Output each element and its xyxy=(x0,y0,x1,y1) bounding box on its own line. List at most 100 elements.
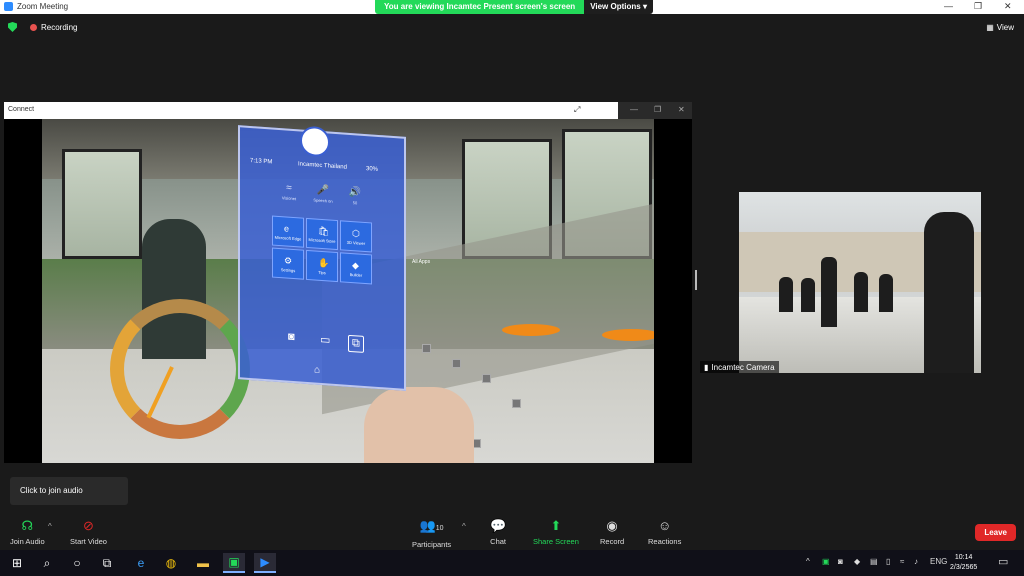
chat-button[interactable]: 💬 Chat xyxy=(490,518,506,546)
language-indicator[interactable]: ENG xyxy=(930,557,947,566)
quick-setting-wifi[interactable]: ≈ Visionet xyxy=(274,182,304,202)
tray-nvidia-icon[interactable]: ◆ xyxy=(854,557,860,566)
tips-icon: ✋ xyxy=(318,257,330,269)
hololens-scene: 7:13 PM Incamtec Thailand 30% ≈ Visionet … xyxy=(42,119,654,463)
cortana-icon[interactable]: ○ xyxy=(66,553,88,573)
record-button[interactable]: ◉ Record xyxy=(600,518,624,546)
record-label: Record xyxy=(600,537,625,546)
record-dot-icon xyxy=(30,24,37,31)
orange-chair xyxy=(502,324,560,336)
person-figure xyxy=(924,212,974,373)
app-title: Zoom Meeting xyxy=(4,2,68,11)
gear-icon: ⚙ xyxy=(284,255,293,266)
home-icon[interactable]: ⌂ xyxy=(314,364,320,375)
menu-device-name: Incamtec Thailand xyxy=(298,161,347,171)
search-icon[interactable]: ⌕ xyxy=(36,553,58,573)
tray-camera-icon[interactable]: ◙ xyxy=(838,557,843,566)
tray-overflow-icon[interactable]: ^ xyxy=(806,557,810,566)
app-tile-tips[interactable]: ✋ Tips xyxy=(306,249,338,283)
app-tile-3d-viewer[interactable]: ⬡ 3D Viewer xyxy=(340,220,372,253)
quick-label: Speech on xyxy=(313,197,333,204)
reactions-button[interactable]: ☺ Reactions xyxy=(648,518,681,546)
join-audio-tooltip[interactable]: Click to join audio xyxy=(10,477,128,505)
app-tile-builder[interactable]: ◆ Builder xyxy=(340,252,372,285)
chat-icon: 💬 xyxy=(490,518,507,533)
view-options-button[interactable]: View Options ▾ xyxy=(584,0,653,14)
recording-indicator: Recording xyxy=(30,23,77,32)
camera-video-tile xyxy=(739,192,981,373)
share-screen-icon: ⬆ xyxy=(550,518,562,533)
zoom-logo-icon xyxy=(4,2,13,11)
app-tile-edge[interactable]: e Microsoft Edge xyxy=(272,215,304,248)
store-icon: 🛍 xyxy=(318,225,330,237)
panel-divider-handle[interactable] xyxy=(695,270,697,290)
file-explorer-icon[interactable]: ▬ xyxy=(192,553,214,573)
headphones-icon: ☊ xyxy=(21,518,34,533)
start-video-button[interactable]: ⊘ Start Video xyxy=(70,518,107,546)
security-shield-icon[interactable] xyxy=(8,22,17,32)
task-view-icon[interactable]: ⧉ xyxy=(96,553,118,573)
microphone-icon: 🎤 xyxy=(316,184,330,197)
participants-chevron-icon[interactable]: ^ xyxy=(462,522,466,531)
shared-window-controls: — ❐ ✕ xyxy=(618,102,692,119)
hologram-cube xyxy=(452,359,461,368)
maximize-icon[interactable]: ❐ xyxy=(974,1,982,12)
clock-time: 10:14 xyxy=(954,554,973,561)
menu-battery: 30% xyxy=(366,166,379,173)
battery-icon[interactable]: ▯ xyxy=(886,557,890,566)
windows-start-icon[interactable]: ⊞ xyxy=(6,553,28,573)
clock-date: 2/3/2565 xyxy=(950,564,978,571)
quick-label: 50 xyxy=(352,200,358,206)
participants-label: Participants xyxy=(412,540,452,549)
tile-label: Tips xyxy=(318,269,326,276)
start-menu-panel: 7:13 PM Incamtec Thailand 30% ≈ Visionet … xyxy=(238,125,406,391)
close-icon[interactable]: ✕ xyxy=(1004,1,1012,12)
audio-options-chevron-icon[interactable]: ^ xyxy=(48,522,52,531)
shared-window-titlebar: Connect ⤢ xyxy=(4,102,618,119)
edge-icon: e xyxy=(284,223,290,234)
viewing-banner: You are viewing Incamtec Present screen'… xyxy=(375,0,653,14)
join-audio-button[interactable]: ☊ Join Audio xyxy=(10,518,45,546)
camera-name: Incamtec Camera xyxy=(711,362,775,372)
viewing-message: You are viewing Incamtec Present screen'… xyxy=(375,0,585,14)
view-button[interactable]: ▦ View xyxy=(986,23,1014,32)
zoom-taskbar-icon[interactable]: ▶ xyxy=(254,553,276,573)
shared-maximize-icon: ❐ xyxy=(654,105,662,114)
video-icon[interactable]: ▭ xyxy=(320,333,330,347)
app-tile-settings[interactable]: ⚙ Settings xyxy=(272,247,304,280)
chrome-icon[interactable]: ◍ xyxy=(160,553,182,573)
tile-label: Settings xyxy=(280,267,296,274)
wifi-icon: ≈ xyxy=(286,182,292,194)
meeting-toolbar: ☊ Join Audio ^ ⊘ Start Video 👥10 Partici… xyxy=(0,512,1024,550)
minimize-icon[interactable]: — xyxy=(944,1,953,11)
all-apps-label[interactable]: All Apps xyxy=(412,259,430,265)
builder-icon: ◆ xyxy=(352,260,359,271)
speaker-icon[interactable]: ♪ xyxy=(914,557,918,566)
person-figure xyxy=(879,274,893,312)
edge-browser-icon[interactable]: e xyxy=(130,553,152,573)
tray-app-icon[interactable]: ▣ xyxy=(822,557,830,566)
quick-setting-volume[interactable]: 🔊 50 xyxy=(340,186,370,206)
view-label: View xyxy=(996,23,1014,32)
person-figure xyxy=(854,272,868,312)
line-app-icon[interactable]: ▣ xyxy=(223,553,245,573)
tile-label: Microsoft Store xyxy=(308,237,336,244)
shared-screen: Connect ⤢ — ❐ ✕ 7:13 PM Incamtec Thailan… xyxy=(4,102,692,463)
app-tile-store[interactable]: 🛍 Microsoft Store xyxy=(306,217,338,251)
tray-security-icon[interactable]: ▤ xyxy=(870,557,878,566)
share-screen-button[interactable]: ⬆ Share Screen xyxy=(533,518,579,546)
leave-button[interactable]: Leave xyxy=(975,524,1016,541)
tile-label: 3D Viewer xyxy=(346,239,366,247)
avatar[interactable] xyxy=(300,125,330,158)
quick-setting-speech[interactable]: 🎤 Speech on xyxy=(308,184,338,204)
taskbar-clock[interactable]: 10:14 2/3/2565 xyxy=(950,553,977,573)
video-off-icon: ⊘ xyxy=(83,518,94,533)
camera-icon[interactable]: ◙ xyxy=(288,331,295,343)
notification-icon[interactable]: ▭ xyxy=(998,555,1008,568)
expand-icon: ⤢ xyxy=(574,105,581,114)
meeting-topbar: Recording ▦ View xyxy=(0,14,1024,40)
participants-button[interactable]: 👥10 Participants xyxy=(412,518,451,549)
cast-icon[interactable]: ⧉ xyxy=(348,334,364,353)
wifi-icon[interactable]: ≈ xyxy=(900,557,904,566)
cube-icon: ⬡ xyxy=(352,228,360,239)
